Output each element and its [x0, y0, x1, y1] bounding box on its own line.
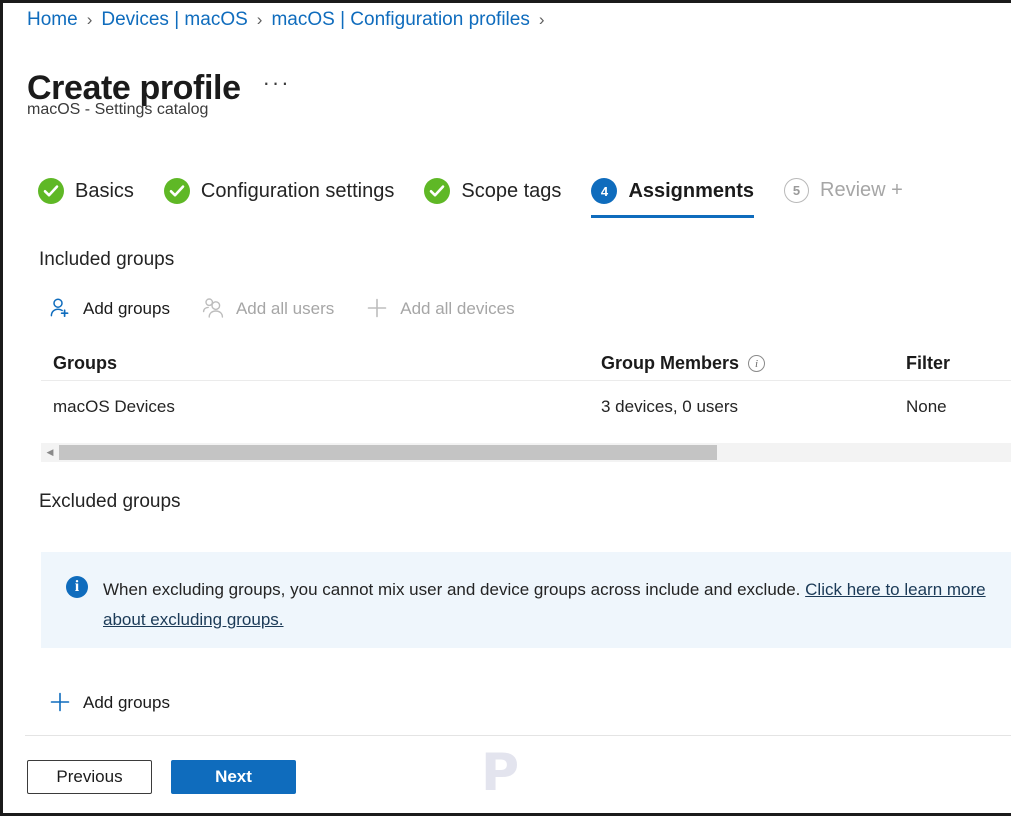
step-number-badge: 5 [784, 178, 810, 203]
add-groups-label: Add groups [83, 298, 170, 318]
breadcrumb-item-home[interactable]: Home [27, 9, 78, 31]
wizard-step-scope-tags[interactable]: Scope tags [424, 178, 561, 218]
add-all-users-label: Add all users [235, 298, 335, 318]
breadcrumb-item-devices-macos[interactable]: Devices | macOS [101, 9, 247, 31]
info-banner-message: When excluding groups, you cannot mix us… [103, 580, 806, 599]
wizard-step-label: Scope tags [461, 179, 562, 202]
previous-button[interactable]: Previous [27, 760, 152, 794]
cell-filter: None [906, 397, 947, 416]
table-header-row: Groups Group Members i Filter [41, 347, 1011, 381]
included-groups-table: Groups Group Members i Filter macOS Devi… [41, 347, 1011, 433]
wizard-step-label: Basics [75, 179, 134, 202]
wizard-step-configuration-settings[interactable]: Configuration settings [163, 178, 395, 218]
all-users-icon [200, 295, 226, 321]
check-circle-icon [163, 178, 190, 204]
plus-icon [364, 295, 390, 321]
cell-group-members: 3 devices, 0 users [601, 397, 739, 416]
wizard-step-label: Configuration settings [200, 179, 395, 202]
cell-group-name: macOS Devices [53, 397, 175, 416]
scrollbar-thumb[interactable] [59, 445, 717, 460]
wizard-step-label: Review + [820, 179, 903, 201]
info-banner-text: When excluding groups, you cannot mix us… [103, 575, 1011, 635]
create-profile-page: Home › Devices | macOS › macOS | Configu… [0, 0, 1011, 816]
add-all-users-button[interactable]: Add all users [200, 295, 334, 321]
breadcrumb-separator-icon: › [86, 10, 93, 29]
excluded-groups-heading: Excluded groups [39, 491, 181, 512]
check-circle-icon [38, 178, 64, 204]
wizard-step-label: Assignments [628, 179, 755, 202]
add-all-devices-label: Add all devices [400, 298, 515, 318]
breadcrumb: Home › Devices | macOS › macOS | Configu… [27, 9, 554, 31]
column-header-group-members-label: Group Members [601, 353, 740, 373]
excluded-groups-info-banner: i When excluding groups, you cannot mix … [41, 552, 1011, 648]
column-header-group-members[interactable]: Group Members i [601, 353, 906, 374]
check-circle-icon [424, 178, 451, 204]
footer-divider [25, 735, 1011, 736]
included-groups-heading: Included groups [39, 249, 175, 270]
wizard-step-basics[interactable]: Basics [38, 178, 134, 218]
wizard-step-assignments[interactable]: 4 Assignments [591, 178, 754, 218]
breadcrumb-item-configuration-profiles[interactable]: macOS | Configuration profiles [271, 9, 529, 31]
watermark-logo: P [481, 743, 520, 803]
info-circle-icon: i [66, 576, 88, 598]
more-options-button[interactable]: ··· [263, 70, 291, 106]
page-subtitle: macOS - Settings catalog [27, 101, 209, 118]
scroll-left-arrow-icon[interactable]: ◀ [41, 443, 59, 462]
breadcrumb-separator-icon: › [538, 10, 545, 29]
breadcrumb-separator-icon: › [256, 10, 263, 29]
column-header-filter[interactable]: Filter [906, 353, 1011, 374]
excluded-add-groups-label: Add groups [83, 692, 170, 712]
table-horizontal-scrollbar[interactable]: ◀ [41, 443, 1011, 462]
scrollbar-track[interactable] [59, 443, 1011, 462]
plus-icon [47, 689, 73, 715]
included-groups-command-bar: Add groups Add all users Add all devices [47, 295, 545, 321]
step-number-badge: 4 [591, 178, 618, 204]
add-groups-button[interactable]: Add groups [47, 295, 170, 321]
add-all-devices-button[interactable]: Add all devices [364, 295, 515, 321]
info-icon[interactable]: i [748, 355, 766, 372]
add-user-icon [47, 295, 73, 321]
column-header-groups[interactable]: Groups [41, 353, 601, 374]
next-button[interactable]: Next [171, 760, 296, 794]
excluded-add-groups-button[interactable]: Add groups [47, 689, 170, 715]
wizard-footer: Previous Next [27, 760, 296, 794]
table-row[interactable]: macOS Devices 3 devices, 0 users None [41, 381, 1011, 433]
wizard-step-review-create[interactable]: 5 Review + [784, 178, 903, 217]
wizard-steps: Basics Configuration settings Scope tags… [38, 178, 903, 218]
